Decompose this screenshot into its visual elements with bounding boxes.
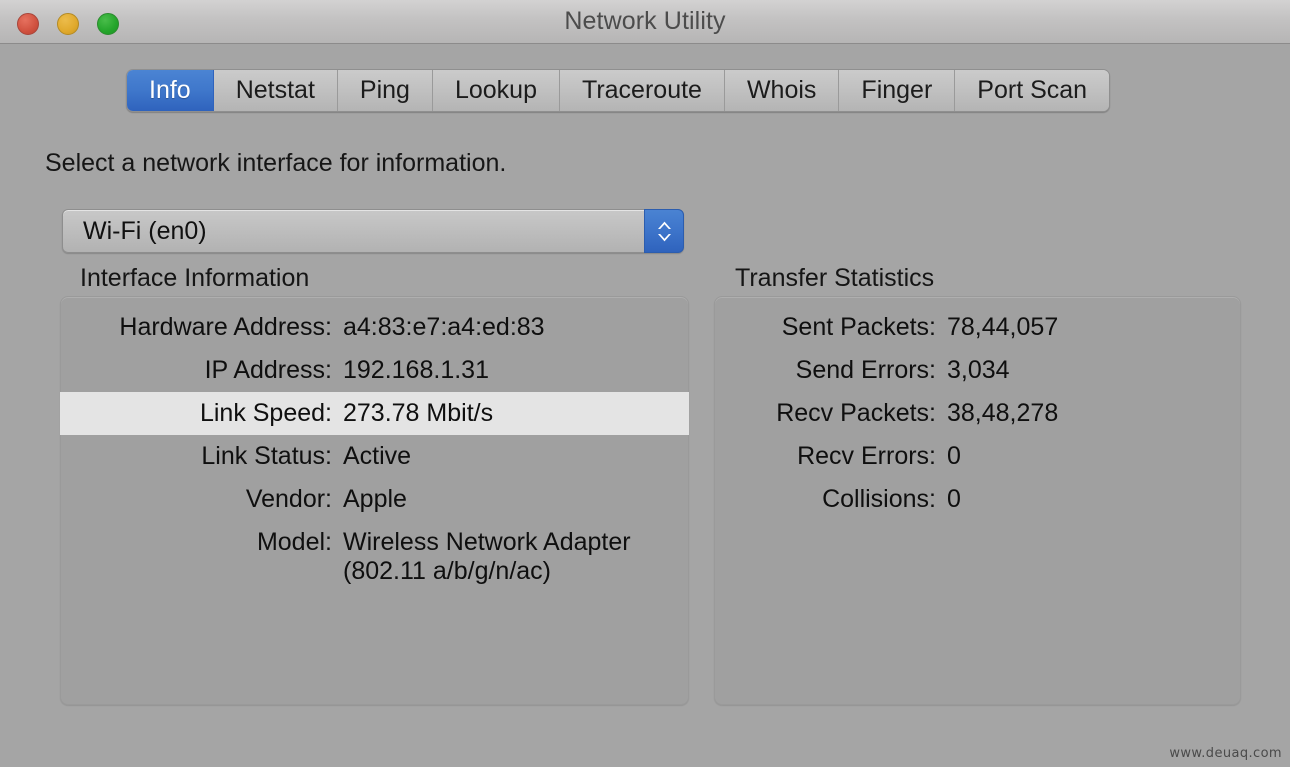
info-row-value: 273.78 Mbit/s	[343, 399, 494, 427]
info-row-label: Link Status:	[201, 442, 332, 470]
info-row-value: 192.168.1.31	[343, 356, 489, 384]
info-row-label: Recv Packets:	[776, 399, 936, 427]
info-row: Link Speed: 273.78 Mbit/s	[60, 392, 689, 435]
info-row-value: Active	[343, 442, 412, 470]
info-row-label: Model:	[256, 528, 332, 556]
info-row-value: Apple	[343, 485, 407, 513]
transfer-statistics-rows: Sent Packets: 78,44,057 Send Errors: 3,034 R…	[714, 306, 1241, 521]
info-row-label: Vendor:	[245, 485, 332, 513]
chevron-up-down-icon[interactable]	[644, 209, 684, 253]
info-row: Collisions: 0	[714, 478, 1241, 521]
info-row: Model: Wireless Network Adapter (802.11 a…	[60, 521, 689, 593]
info-row-value: 38,48,278	[947, 399, 1059, 427]
info-row-value: a4:83:e7:a4:ed:83	[343, 313, 545, 341]
tab-finger[interactable]: Finger	[839, 70, 956, 111]
network-utility-window: Network Utility Info Netstat Ping Lookup Tra…	[0, 0, 1290, 767]
tab-port-scan[interactable]: Port Scan	[955, 70, 1110, 111]
info-row-label: Recv Errors:	[797, 442, 936, 470]
info-row-label: Sent Packets:	[781, 313, 936, 341]
info-row: Hardware Address: a4:83:e7:a4:ed:83	[60, 306, 689, 349]
info-row-label: IP Address:	[204, 356, 332, 384]
info-row: IP Address: 192.168.1.31	[60, 349, 689, 392]
info-row-value: Wireless Network Adapter (802.11 a/b/g/n…	[343, 528, 631, 585]
info-row-value: 0	[947, 442, 961, 470]
window-title: Network Utility	[564, 7, 726, 35]
info-row: Vendor: Apple	[60, 478, 689, 521]
interface-select[interactable]: Wi-Fi (en0)	[62, 209, 684, 253]
info-row: Send Errors: 3,034	[714, 349, 1241, 392]
title-bar: Network Utility	[0, 0, 1290, 44]
tab-bar: Info Netstat Ping Lookup Traceroute Whois Fing…	[126, 69, 1111, 112]
chevron-down-icon	[657, 233, 671, 241]
watermark: www.deuaq.com	[1169, 746, 1282, 761]
tab-info[interactable]: Info	[127, 70, 214, 111]
info-row-label: Link Speed:	[199, 399, 332, 427]
tab-ping[interactable]: Ping	[337, 70, 433, 111]
content-area: Info Netstat Ping Lookup Traceroute Whois Fing…	[0, 44, 1290, 767]
interface-information-title: Interface Information	[80, 264, 310, 292]
tab-traceroute[interactable]: Traceroute	[559, 70, 725, 111]
info-row: Recv Errors: 0	[714, 435, 1241, 478]
info-row-label: Collisions:	[822, 485, 936, 513]
tab-whois[interactable]: Whois	[724, 70, 840, 111]
interface-select-value: Wi-Fi (en0)	[83, 216, 207, 245]
instruction-text: Select a network interface for informati…	[45, 149, 507, 177]
info-row-label: Send Errors:	[795, 356, 936, 384]
interface-information-rows: Hardware Address: a4:83:e7:a4:ed:83 IP Add…	[60, 306, 689, 593]
transfer-statistics-title: Transfer Statistics	[735, 264, 935, 292]
info-row-value: 0	[947, 485, 961, 513]
info-row: Link Status: Active	[60, 435, 689, 478]
info-row-label: Hardware Address:	[119, 313, 332, 341]
info-row: Sent Packets: 78,44,057	[714, 306, 1241, 349]
info-row: Recv Packets: 38,48,278	[714, 392, 1241, 435]
tab-netstat[interactable]: Netstat	[213, 70, 338, 111]
info-row-value: 78,44,057	[947, 313, 1059, 341]
tab-lookup[interactable]: Lookup	[432, 70, 560, 111]
chevron-up-icon	[657, 221, 671, 229]
info-row-value: 3,034	[947, 356, 1010, 384]
